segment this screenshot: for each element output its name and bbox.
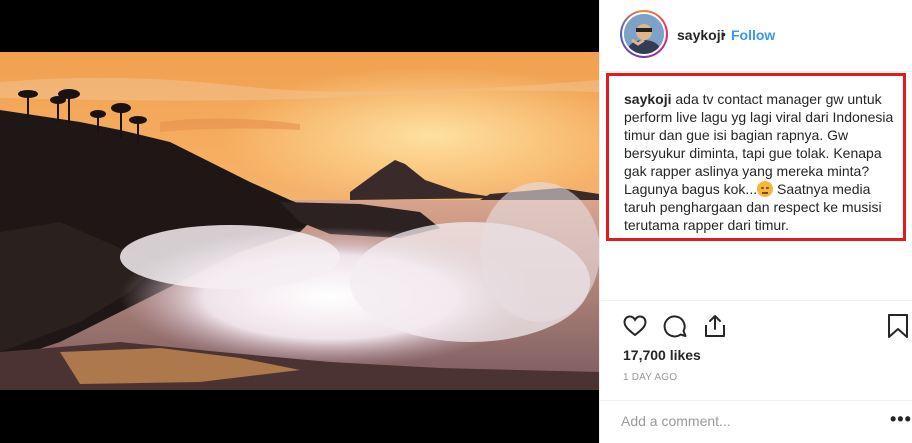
heart-icon [623, 315, 647, 337]
post-header: saykoji • Follow [600, 0, 912, 72]
share-button[interactable] [702, 313, 728, 339]
comment-button[interactable] [662, 313, 688, 339]
comment-input[interactable] [621, 411, 861, 431]
post-photo[interactable] [0, 52, 599, 390]
username-link[interactable]: saykoji [677, 27, 724, 43]
like-button[interactable] [622, 313, 648, 339]
avatar[interactable] [620, 10, 668, 58]
avatar-image [624, 14, 664, 54]
caption-username-link[interactable]: saykoji [624, 91, 671, 107]
post-media-pane [0, 0, 599, 443]
caption-highlight-box: saykoji ada tv contact manager gw untuk … [606, 73, 906, 241]
post-side-panel: saykoji • Follow saykoji ada tv contact … [599, 0, 912, 443]
post-timestamp[interactable]: 1 DAY AGO [623, 372, 677, 383]
follow-button[interactable]: Follow [731, 27, 775, 43]
pensive-face-emoji-icon [757, 181, 774, 197]
share-icon [705, 315, 725, 337]
post-caption: saykoji ada tv contact manager gw untuk … [624, 90, 894, 234]
more-options-button[interactable]: ••• [890, 409, 912, 430]
separator-dot: • [721, 26, 726, 42]
comment-bubble-icon [663, 315, 687, 338]
likes-count[interactable]: 17,700 likes [623, 347, 701, 363]
sunset-beach-image [0, 52, 599, 390]
save-button[interactable] [887, 313, 912, 339]
comment-bar: ••• [600, 400, 912, 443]
bookmark-icon [888, 314, 908, 338]
